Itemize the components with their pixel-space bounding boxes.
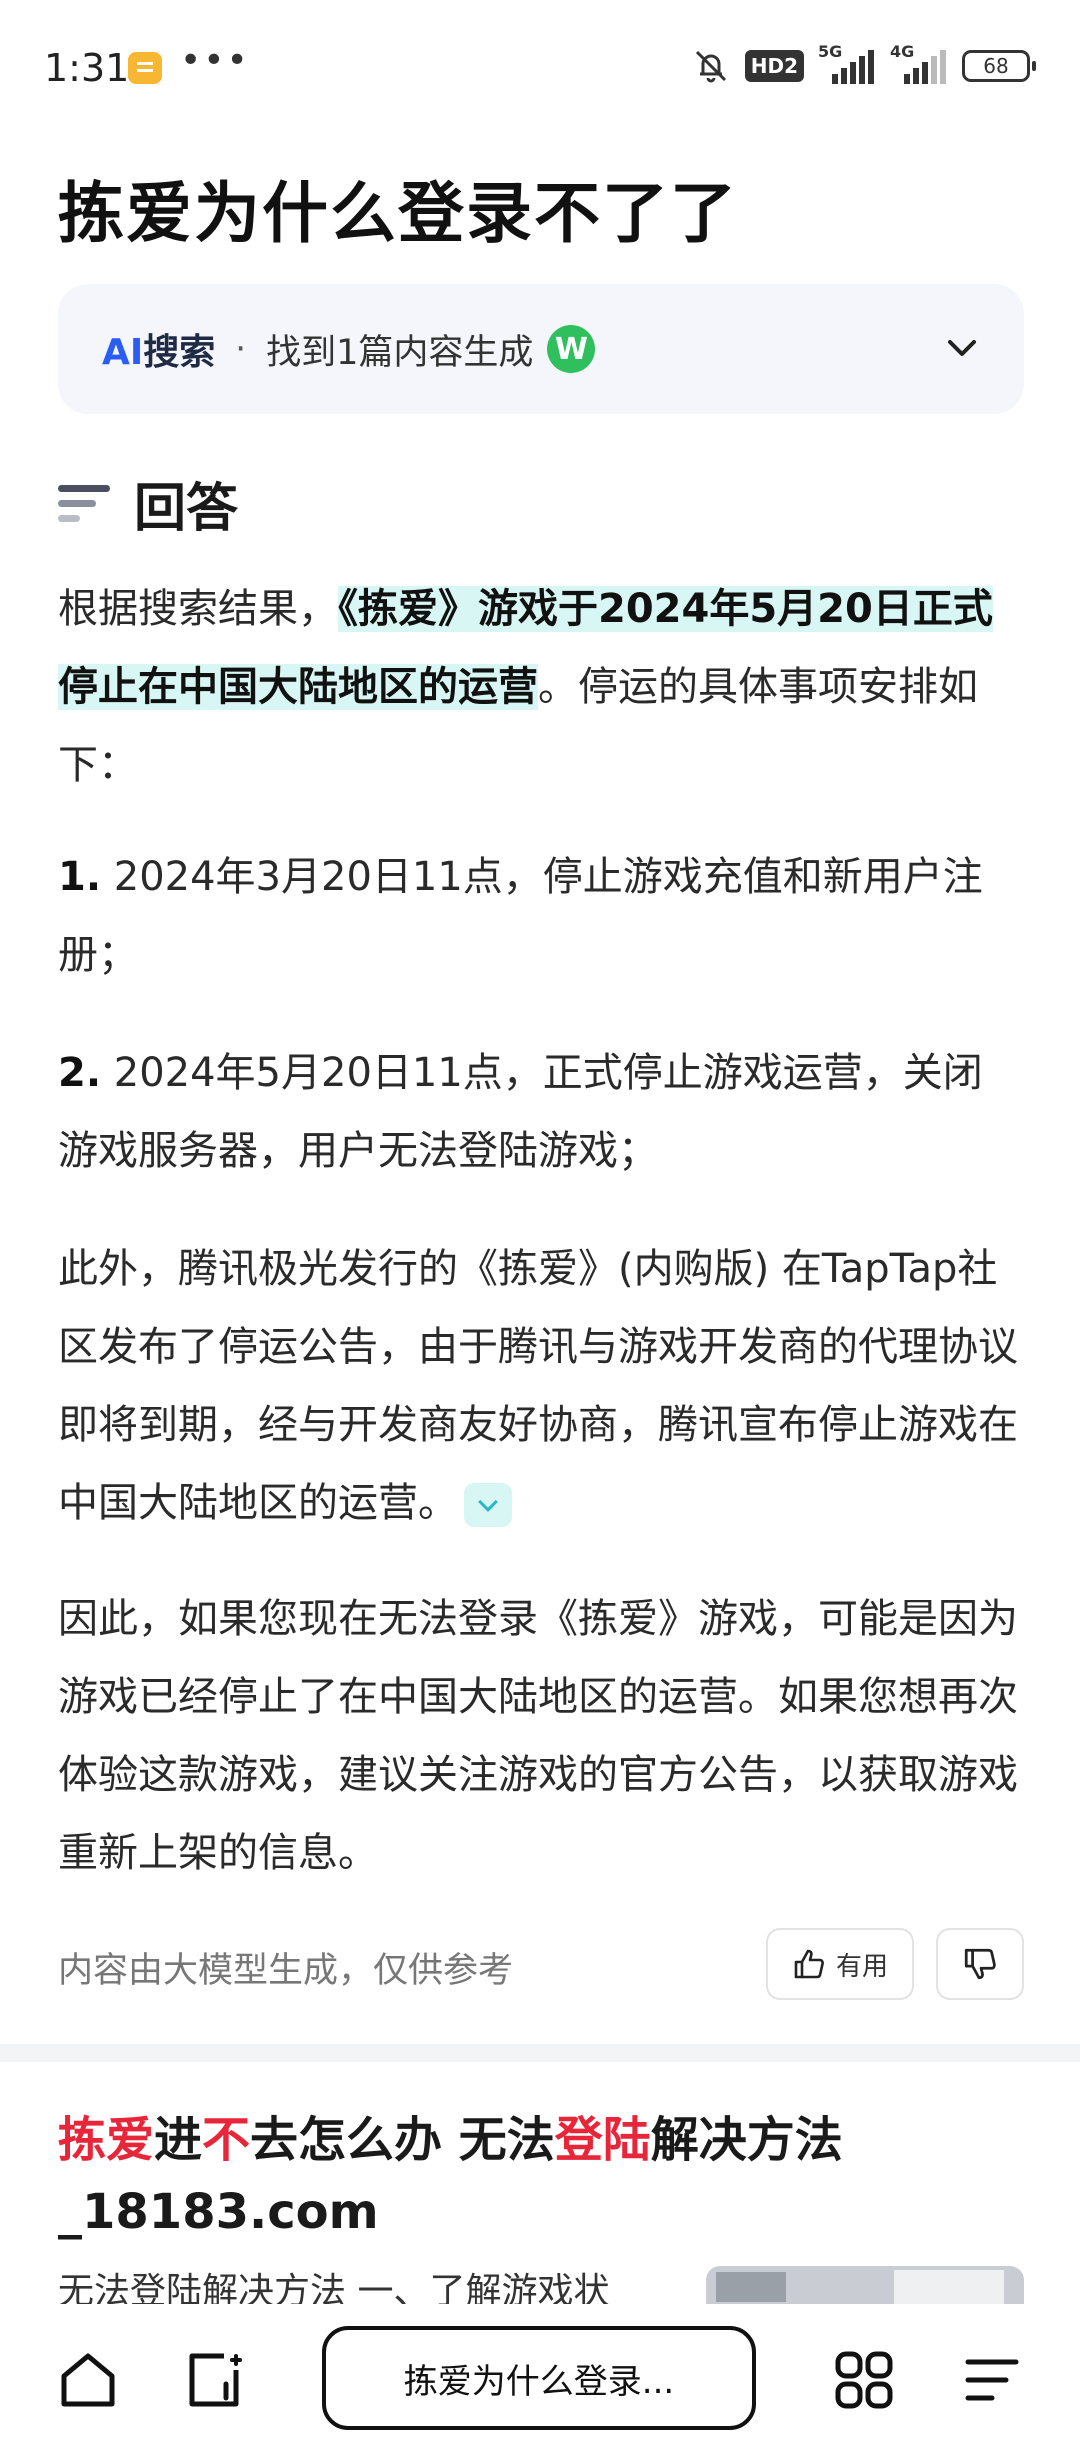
title-text: 去怎么办 无法 bbox=[250, 2112, 555, 2168]
home-icon[interactable] bbox=[58, 2350, 118, 2410]
paragraph-3-text: 此外，腾讯极光发行的《拣爱》(内购版) 在TapTap社区发布了停运公告，由于腾… bbox=[58, 1246, 1018, 1526]
answer-item-2: 2. 2024年5月20日11点，正式停止游戏运营，关闭游戏服务器，用户无法登陆… bbox=[58, 1034, 1018, 1190]
answer-item-1: 1. 2024年3月20日11点，停止游戏充值和新用户注册； bbox=[58, 838, 1018, 994]
result-title-link[interactable]: 拣爱进不去怎么办 无法登陆解决方法_18183.com bbox=[58, 2104, 1018, 2248]
ai-disclaimer: 内容由大模型生成，仅供参考 bbox=[58, 1951, 514, 1991]
battery-icon: 68 bbox=[962, 50, 1036, 82]
more-notifications-icon: ••• bbox=[180, 40, 250, 81]
useful-button[interactable]: 有用 bbox=[766, 1928, 914, 2000]
separator-dot: · bbox=[235, 329, 247, 369]
title-keyword: 不 bbox=[202, 2112, 251, 2168]
item-1-number: 1. bbox=[58, 854, 102, 900]
signal-5g-label: 5G bbox=[818, 42, 843, 61]
paragraph-4-text: 因此，如果您现在无法登录《拣爱》游戏，可能是因为游戏已经停止了在中国大陆地区的运… bbox=[58, 1596, 1018, 1876]
thumbs-up-icon bbox=[794, 1949, 824, 1979]
message-app-icon bbox=[128, 52, 162, 84]
item-2-text: 2024年5月20日11点，正式停止游戏运营，关闭游戏服务器，用户无法登陆游戏； bbox=[58, 1050, 983, 1174]
ai-search-label: AI搜索 bbox=[102, 323, 215, 375]
intro-prefix: 根据搜索结果， bbox=[58, 586, 338, 632]
chevron-down-icon[interactable] bbox=[940, 326, 984, 370]
result-thumbnail[interactable] bbox=[706, 2266, 1024, 2304]
ai-label: AI bbox=[102, 332, 144, 373]
not-useful-button[interactable] bbox=[936, 1928, 1024, 2000]
title-keyword: 登陆 bbox=[554, 2112, 651, 2168]
item-1-text: 2024年3月20日11点，停止游戏充值和新用户注册； bbox=[58, 854, 983, 978]
hd-voice-icon: HD2 bbox=[744, 50, 804, 82]
answer-title: 回答 bbox=[134, 479, 239, 539]
search-label: 搜索 bbox=[143, 332, 216, 373]
signal-5g-icon: 5G bbox=[818, 42, 876, 84]
page-title: 拣爱为什么登录不了了 bbox=[58, 175, 738, 252]
ai-found-count: 找到1篇内容生成 bbox=[266, 332, 534, 373]
answer-intro: 根据搜索结果，《拣爱》游戏于2024年5月20日正式停止在中国大陆地区的运营。停… bbox=[58, 570, 1018, 804]
signal-4g-icon: 4G bbox=[890, 42, 948, 84]
tabs-icon[interactable] bbox=[184, 2350, 244, 2410]
useful-label: 有用 bbox=[835, 1951, 888, 1982]
answer-header: 回答 bbox=[58, 466, 238, 541]
source-badge: W bbox=[547, 325, 596, 373]
status-bar: 1:31 ••• HD2 5G 4G 68 bbox=[0, 0, 1080, 130]
answer-paragraph-4: 因此，如果您现在无法登录《拣爱》游戏，可能是因为游戏已经停止了在中国大陆地区的运… bbox=[58, 1580, 1018, 1892]
apps-grid-icon[interactable] bbox=[834, 2350, 894, 2410]
signal-4g-label: 4G bbox=[890, 42, 915, 61]
answer-paragraph-3: 此外，腾讯极光发行的《拣爱》(内购版) 在TapTap社区发布了停运公告，由于腾… bbox=[58, 1230, 1018, 1542]
item-2-number: 2. bbox=[58, 1050, 102, 1096]
citation-expand-icon[interactable] bbox=[464, 1483, 512, 1527]
thumbs-down-icon bbox=[964, 1948, 996, 1980]
status-indicators: HD2 5G 4G 68 bbox=[691, 42, 1036, 88]
menu-icon[interactable] bbox=[962, 2350, 1022, 2410]
status-time: 1:31 bbox=[44, 46, 130, 90]
bell-off-icon bbox=[695, 50, 726, 83]
section-divider bbox=[0, 2044, 1080, 2062]
title-text: 进 bbox=[154, 2112, 203, 2168]
title-keyword: 拣爱 bbox=[58, 2112, 155, 2168]
bottom-search-box[interactable]: 拣爱为什么登录... bbox=[322, 2326, 756, 2430]
answer-lines-icon bbox=[58, 479, 110, 529]
ai-search-panel[interactable]: AI搜索 · 找到1篇内容生成 W bbox=[58, 284, 1024, 414]
result-snippet[interactable]: 无法登陆解决方法 一、了解游戏状 bbox=[58, 2266, 658, 2304]
bottom-nav: 拣爱为什么登录... bbox=[0, 2304, 1080, 2460]
